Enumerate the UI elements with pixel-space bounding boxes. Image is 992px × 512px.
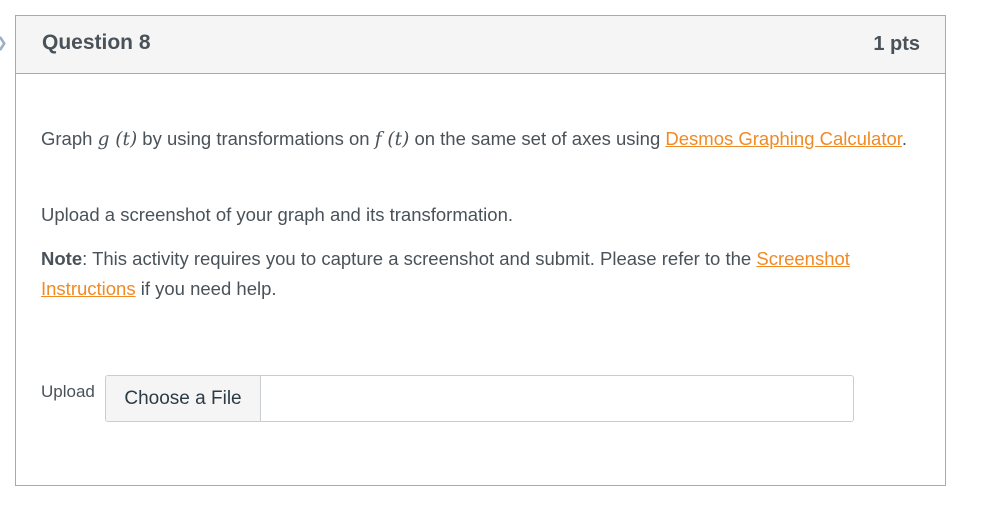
note-label: Note	[41, 248, 83, 269]
upload-label: Upload	[41, 382, 95, 401]
question-points: 1 pts	[873, 33, 920, 55]
question-card: Question 8 1 pts Graph g (t) by using tr…	[15, 15, 946, 486]
question-text-paragraph: Graph g (t) by using transformations on …	[41, 128, 908, 150]
chevron-right-icon: ❯	[0, 35, 8, 49]
math-g-of-t: g (t)	[97, 129, 138, 150]
question-title: Question 8	[42, 31, 151, 54]
choose-file-button[interactable]: Choose a File	[106, 376, 261, 421]
note-paragraph: Note: This activity requires you to capt…	[41, 248, 850, 299]
file-upload-input[interactable]: Choose a File	[105, 375, 854, 422]
math-f-of-t: f (t)	[374, 129, 410, 150]
desmos-link[interactable]: Desmos Graphing Calculator	[665, 128, 902, 149]
question-header: Question 8 1 pts	[16, 16, 945, 74]
upload-instruction-paragraph: Upload a screenshot of your graph and it…	[41, 204, 514, 225]
